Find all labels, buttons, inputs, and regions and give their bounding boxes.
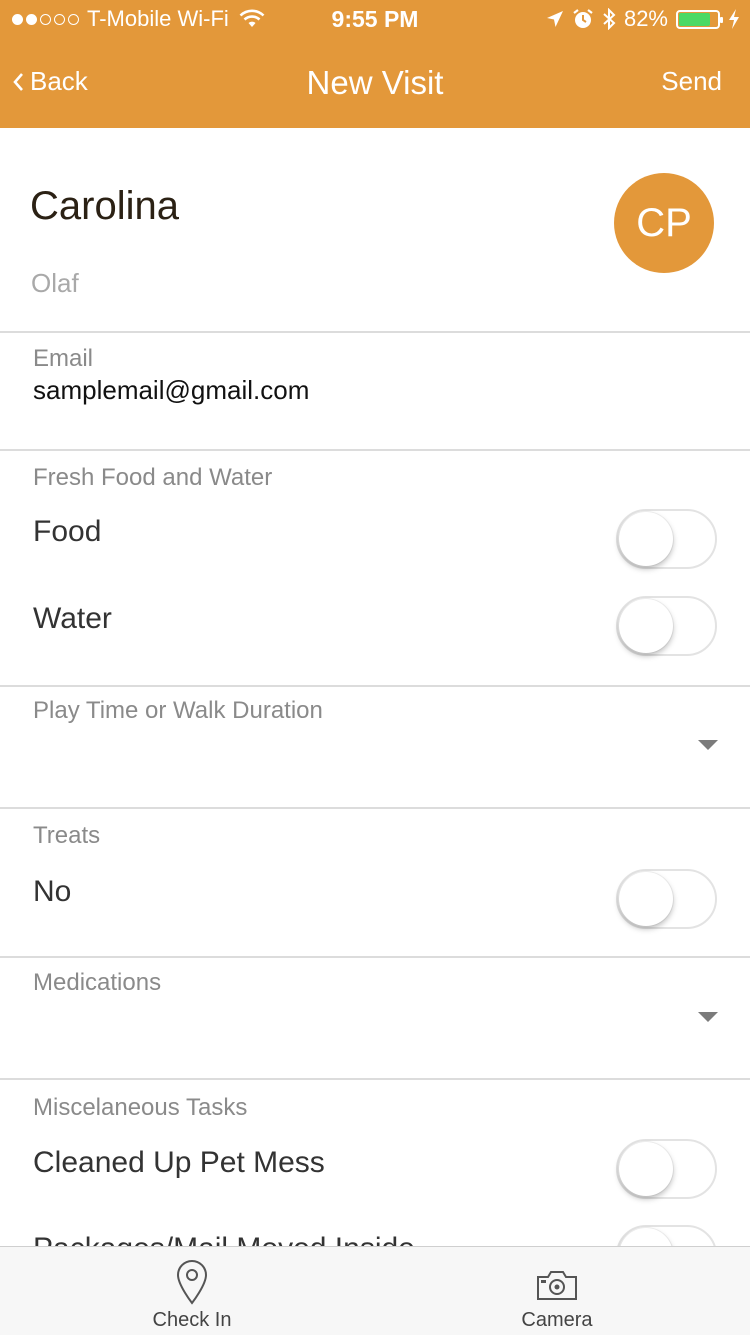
tab-icon-wrap [92, 1259, 292, 1305]
battery-icon [676, 9, 723, 29]
charging-bolt-icon [729, 9, 739, 29]
bluetooth-icon [603, 8, 616, 30]
toggle-knob [619, 872, 673, 926]
food-water-label: Fresh Food and Water [33, 464, 273, 491]
email-section: Email samplemail@gmail.com [0, 333, 750, 451]
pet-name: Olaf [31, 268, 79, 298]
alarm-clock-icon [573, 9, 593, 28]
toggle-knob [619, 512, 673, 566]
treats-label: Treats [33, 822, 101, 849]
chevron-down-icon[interactable] [698, 1012, 718, 1022]
water-label: Water [33, 602, 112, 635]
treats-value: No [33, 875, 72, 908]
misc-label: Miscelaneous Tasks [33, 1094, 248, 1121]
food-water-section: Fresh Food and Water Food Water [0, 451, 750, 687]
play-time-select[interactable] [33, 735, 673, 775]
client-name: Carolina [30, 184, 179, 228]
chevron-down-icon[interactable] [698, 740, 718, 750]
top-bar: T-Mobile Wi-Fi 9:55 PM 82% Back New Visi… [0, 0, 750, 128]
tab-check-in[interactable]: Check In [92, 1247, 292, 1335]
status-bar: T-Mobile Wi-Fi 9:55 PM 82% [0, 0, 750, 40]
toggle-knob [619, 1142, 673, 1196]
page-title: New Visit [306, 64, 444, 101]
avatar-initials: CP [636, 200, 692, 245]
treats-toggle[interactable] [616, 869, 717, 929]
status-right: 82% [546, 6, 740, 32]
medications-section: Medications [0, 958, 750, 1080]
toggle-knob [619, 599, 673, 653]
tab-camera[interactable]: Camera [457, 1247, 657, 1335]
client-header: Carolina Olaf CP [0, 128, 750, 333]
play-time-label: Play Time or Walk Duration [33, 697, 323, 724]
tab-label-camera: Camera [521, 1309, 593, 1331]
send-button[interactable]: Send [661, 66, 722, 97]
battery-fill [679, 12, 711, 26]
map-pin-icon [176, 1260, 208, 1305]
tab-bar: Check In Camera [0, 1246, 750, 1335]
tab-icon-wrap [457, 1259, 657, 1303]
email-value[interactable]: samplemail@gmail.com [33, 375, 309, 406]
play-time-section: Play Time or Walk Duration [0, 687, 750, 809]
cleaned-mess-label: Cleaned Up Pet Mess [33, 1146, 325, 1179]
water-toggle[interactable] [616, 596, 717, 656]
treats-section: Treats No [0, 809, 750, 958]
food-label: Food [33, 515, 102, 548]
cleaned-mess-toggle[interactable] [616, 1139, 717, 1199]
email-label: Email [33, 345, 94, 372]
avatar[interactable]: CP [614, 173, 714, 273]
food-toggle[interactable] [616, 509, 717, 569]
navigation-bar: Back New Visit Send [0, 40, 750, 128]
camera-icon [537, 1271, 577, 1300]
tab-label-check-in: Check In [152, 1309, 232, 1331]
battery-percent: 82% [623, 6, 668, 31]
location-arrow-icon [546, 11, 563, 27]
medications-select[interactable] [33, 1006, 673, 1046]
medications-label: Medications [33, 969, 162, 996]
